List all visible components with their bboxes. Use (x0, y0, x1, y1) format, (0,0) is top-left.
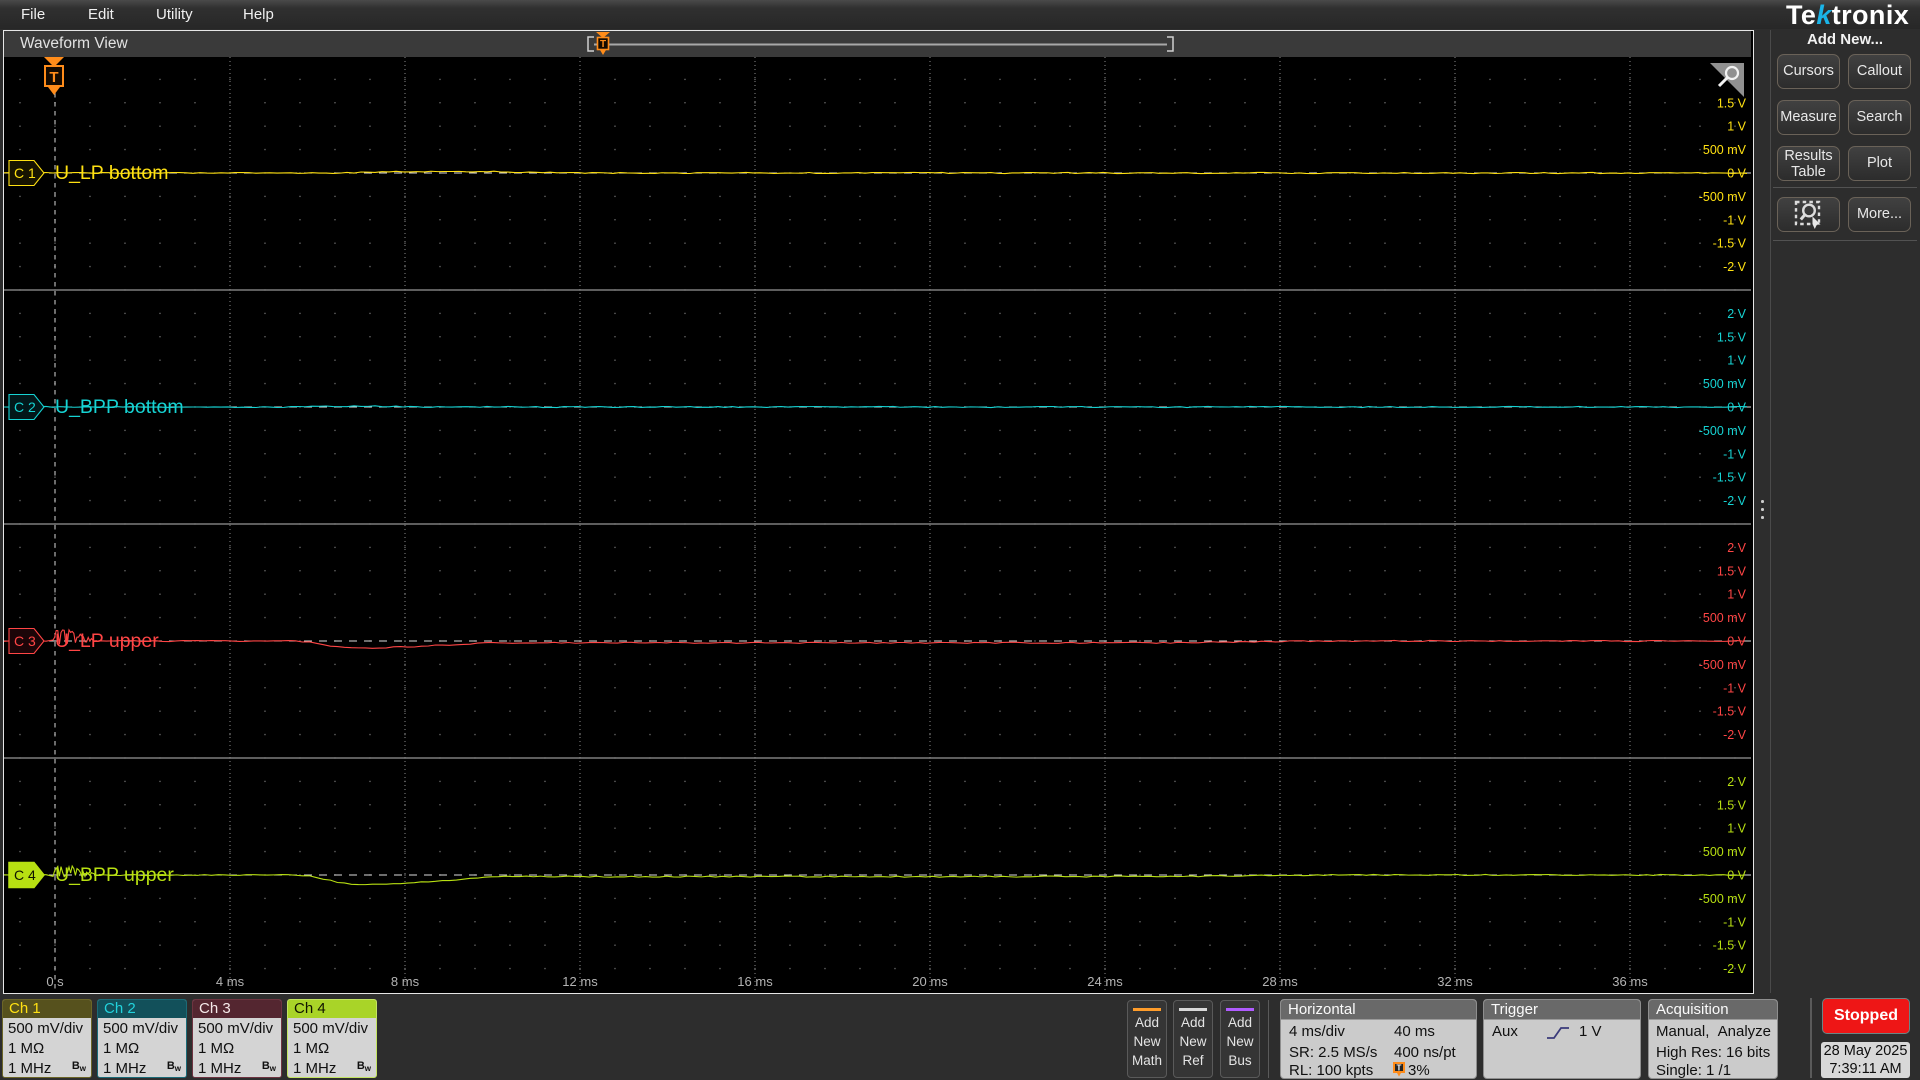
svg-text:U_LP upper: U_LP upper (55, 630, 159, 652)
svg-text:-1.5 V: -1.5 V (1713, 705, 1747, 719)
svg-text:-500 mV: -500 mV (1699, 190, 1747, 204)
svg-text:0 V: 0 V (1727, 869, 1746, 883)
svg-text:-2 V: -2 V (1723, 260, 1747, 274)
svg-text:-500 mV: -500 mV (1699, 892, 1747, 906)
svg-text:4 ms: 4 ms (216, 974, 245, 989)
svg-text:16 ms: 16 ms (737, 974, 773, 989)
svg-text:1 V: 1 V (1727, 822, 1746, 836)
svg-text:0 V: 0 V (1727, 635, 1746, 649)
svg-text:-500 mV: -500 mV (1699, 658, 1747, 672)
svg-text:12 ms: 12 ms (562, 974, 598, 989)
svg-text:0 V: 0 V (1727, 401, 1746, 415)
svg-text:C 1: C 1 (14, 165, 36, 181)
svg-text:-1.5 V: -1.5 V (1713, 939, 1747, 953)
svg-text:-1.5 V: -1.5 V (1713, 237, 1747, 251)
svg-text:28 ms: 28 ms (1262, 974, 1298, 989)
svg-text:32 ms: 32 ms (1437, 974, 1473, 989)
svg-text:C 2: C 2 (14, 399, 36, 415)
svg-text:U_BPP bottom: U_BPP bottom (55, 396, 184, 418)
svg-text:C 4: C 4 (14, 867, 36, 883)
svg-text:500 mV: 500 mV (1703, 377, 1747, 391)
svg-text:500 mV: 500 mV (1703, 143, 1747, 157)
svg-text:20 ms: 20 ms (912, 974, 948, 989)
svg-text:T: T (49, 69, 58, 86)
svg-text:-1 V: -1 V (1723, 447, 1747, 461)
svg-text:0 V: 0 V (1727, 167, 1746, 181)
svg-text:1.5 V: 1.5 V (1717, 96, 1747, 110)
svg-text:C 3: C 3 (14, 633, 36, 649)
svg-text:500 mV: 500 mV (1703, 845, 1747, 859)
svg-text:-1 V: -1 V (1723, 681, 1747, 695)
svg-text:-1.5 V: -1.5 V (1713, 471, 1747, 485)
svg-text:8 ms: 8 ms (391, 974, 420, 989)
svg-text:U_BPP upper: U_BPP upper (55, 864, 174, 886)
svg-text:1 V: 1 V (1727, 588, 1746, 602)
svg-text:1.5 V: 1.5 V (1717, 564, 1747, 578)
svg-text:24 ms: 24 ms (1087, 974, 1123, 989)
svg-text:36 ms: 36 ms (1612, 974, 1648, 989)
svg-text:1 V: 1 V (1727, 354, 1746, 368)
svg-text:-2 V: -2 V (1723, 494, 1747, 508)
svg-text:-1 V: -1 V (1723, 915, 1747, 929)
svg-text:1.5 V: 1.5 V (1717, 330, 1747, 344)
svg-text:2 V: 2 V (1727, 775, 1746, 789)
svg-text:0 s: 0 s (46, 974, 64, 989)
svg-text:T: T (600, 39, 606, 50)
svg-text:-2 V: -2 V (1723, 962, 1747, 976)
svg-text:1.5 V: 1.5 V (1717, 798, 1747, 812)
svg-text:500 mV: 500 mV (1703, 611, 1747, 625)
svg-text:2 V: 2 V (1727, 541, 1746, 555)
svg-text:1 V: 1 V (1727, 120, 1746, 134)
svg-text:2 V: 2 V (1727, 307, 1746, 321)
svg-text:T: T (1397, 1064, 1402, 1073)
svg-text:-1 V: -1 V (1723, 213, 1747, 227)
svg-text:-500 mV: -500 mV (1699, 424, 1747, 438)
svg-text:-2 V: -2 V (1723, 728, 1747, 742)
svg-text:U_LP bottom: U_LP bottom (55, 162, 168, 184)
